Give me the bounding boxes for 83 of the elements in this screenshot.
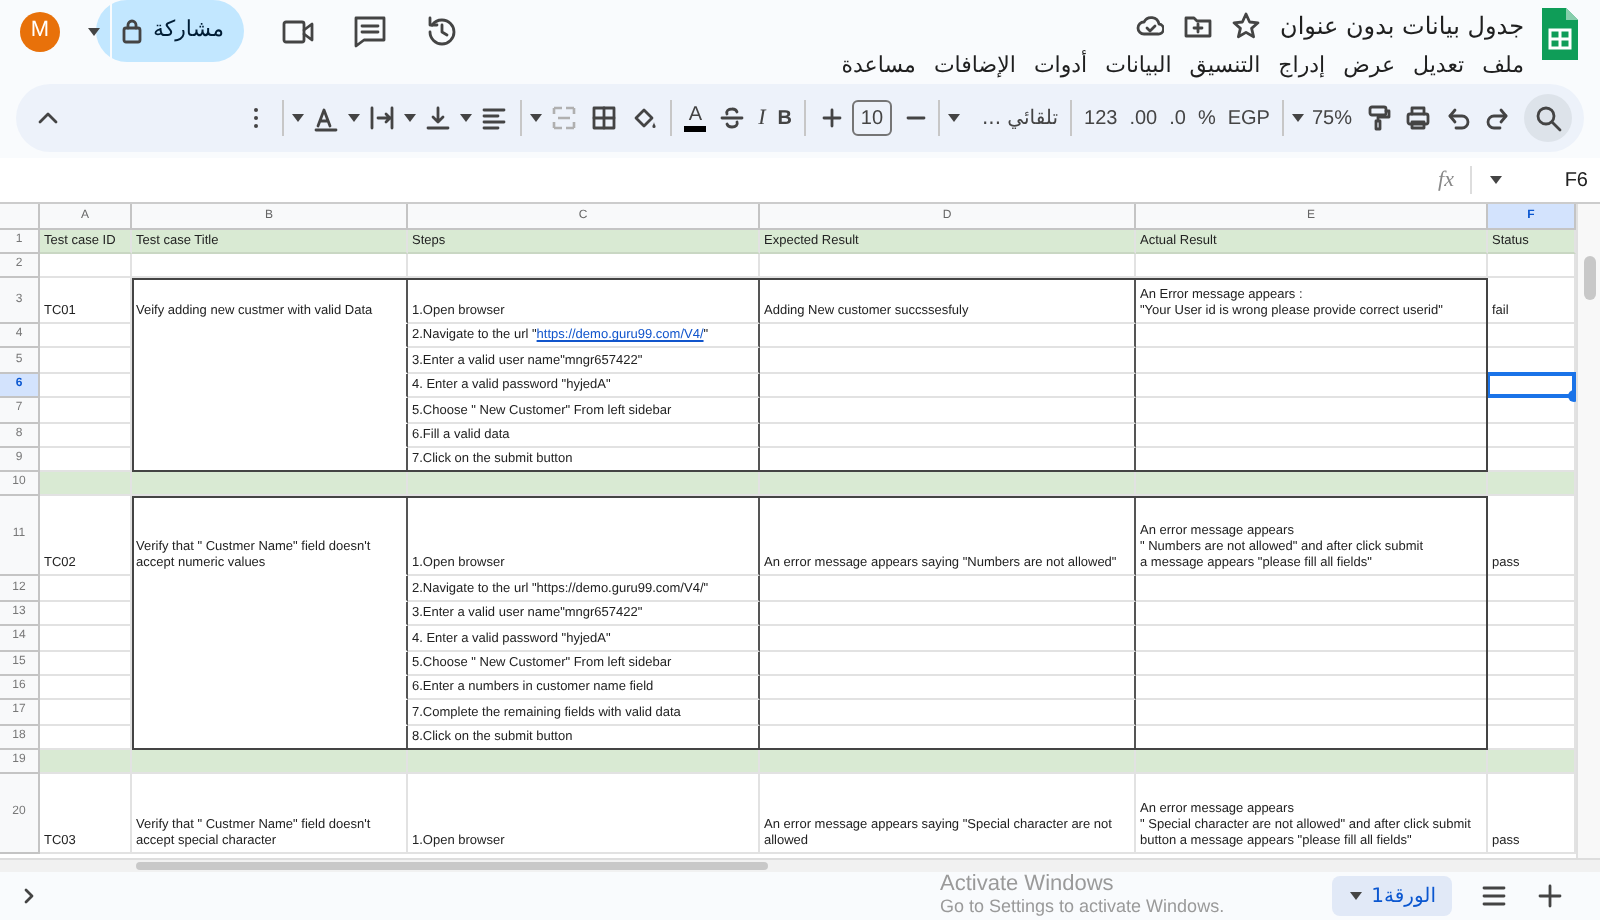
font-dropdown[interactable]: تلقائي ... <box>961 103 1065 133</box>
table-cell <box>40 576 132 602</box>
scrollbar-thumb[interactable] <box>136 862 768 870</box>
chevron-right-icon[interactable] <box>20 886 36 906</box>
table-cell <box>40 626 132 652</box>
history-icon[interactable] <box>424 13 460 49</box>
percent-button[interactable]: % <box>1191 103 1222 133</box>
print-icon[interactable] <box>1404 104 1432 132</box>
scrollbar-thumb[interactable] <box>1584 256 1596 300</box>
table-cell <box>40 373 132 399</box>
menu-item[interactable]: عرض <box>1343 50 1396 83</box>
corner-cell[interactable] <box>0 204 40 230</box>
activation-detail: Go to Settings to activate Windows. <box>940 896 1225 918</box>
menu-item[interactable]: الإضافات <box>933 50 1016 83</box>
plus-icon[interactable] <box>817 104 842 132</box>
text-rotation-icon[interactable] <box>312 104 341 132</box>
table-cell <box>40 324 132 349</box>
table-cell <box>40 254 132 278</box>
document-title[interactable]: جدول بيانات بدون عنوان <box>1280 8 1524 44</box>
caret-icon[interactable] <box>346 110 363 126</box>
caret-icon[interactable] <box>458 110 475 126</box>
increase-decimal-button[interactable]: .00 <box>1123 103 1164 133</box>
band-cell <box>1488 472 1576 497</box>
caret-icon[interactable] <box>402 110 419 126</box>
vertical-scrollbar[interactable] <box>1576 204 1600 858</box>
menu-item[interactable]: التنسيق <box>1189 50 1261 83</box>
zoom-dropdown[interactable]: 75% <box>1305 103 1358 133</box>
comment-icon[interactable] <box>352 13 388 49</box>
search-icon <box>1534 104 1562 132</box>
align-left-icon[interactable] <box>480 104 509 132</box>
table-cell <box>40 651 132 676</box>
caret-icon[interactable] <box>1289 110 1306 126</box>
table-cell <box>40 398 132 424</box>
sheets-logo-icon[interactable] <box>1540 8 1580 60</box>
redo-icon[interactable] <box>1484 104 1512 132</box>
strikethrough-icon[interactable] <box>718 104 747 132</box>
text-color-button[interactable]: A <box>684 104 707 132</box>
search-button[interactable] <box>1524 94 1572 142</box>
font-size-field[interactable]: 10 <box>851 100 892 136</box>
table-cell <box>40 348 132 374</box>
caret-icon[interactable] <box>528 110 545 126</box>
caret-icon[interactable] <box>290 110 307 126</box>
table-cell <box>40 675 132 701</box>
band-cell <box>40 472 132 497</box>
name-box[interactable]: F6 <box>1520 165 1588 195</box>
activation-title: Activate Windows <box>940 872 1116 896</box>
cloud-icon[interactable] <box>1136 12 1165 40</box>
fx-label: fx <box>1438 165 1454 196</box>
avatar[interactable]: M <box>20 11 60 51</box>
band-cell <box>1488 750 1576 775</box>
caret-icon[interactable] <box>1488 172 1504 188</box>
merge-cells-icon[interactable] <box>550 104 579 132</box>
caret-icon[interactable] <box>1347 888 1364 904</box>
band-cell <box>40 750 132 775</box>
number-format-button[interactable]: 123 <box>1078 103 1124 133</box>
sheet-list-icon[interactable] <box>1480 882 1508 910</box>
text-wrap-icon[interactable] <box>368 104 397 132</box>
menu-item[interactable]: تعديل <box>1413 50 1465 83</box>
table-cell <box>40 601 132 627</box>
bold-button[interactable]: B <box>771 103 798 133</box>
table-cell <box>40 423 132 448</box>
menu-item[interactable]: ملف <box>1482 50 1524 83</box>
borders-icon[interactable] <box>590 104 619 132</box>
horizontal-scrollbar[interactable] <box>0 858 1600 872</box>
menu-item[interactable]: البيانات <box>1105 50 1172 83</box>
undo-icon[interactable] <box>1444 104 1472 132</box>
menu-item[interactable]: أدوات <box>1033 50 1088 83</box>
fill-bucket-icon[interactable] <box>630 104 659 132</box>
caret-icon[interactable] <box>945 110 962 126</box>
lock-icon <box>120 18 145 44</box>
table-cell <box>40 700 132 726</box>
currency-button[interactable]: EGP <box>1221 103 1276 133</box>
caret-icon[interactable] <box>86 23 103 39</box>
folder-icon[interactable] <box>1184 12 1213 40</box>
paint-roller-icon[interactable] <box>1364 104 1392 132</box>
menu-item[interactable]: مساعدة <box>841 50 916 83</box>
decrease-decimal-button[interactable]: .0 <box>1163 103 1192 133</box>
menu-item[interactable]: إدراج <box>1278 50 1326 83</box>
align-bottom-icon[interactable] <box>424 104 453 132</box>
italic-button[interactable]: I <box>752 101 772 135</box>
add-sheet-icon[interactable] <box>1536 882 1564 910</box>
star-icon[interactable] <box>1232 12 1261 40</box>
sheet-tab[interactable]: الورقة1 <box>1331 876 1452 916</box>
